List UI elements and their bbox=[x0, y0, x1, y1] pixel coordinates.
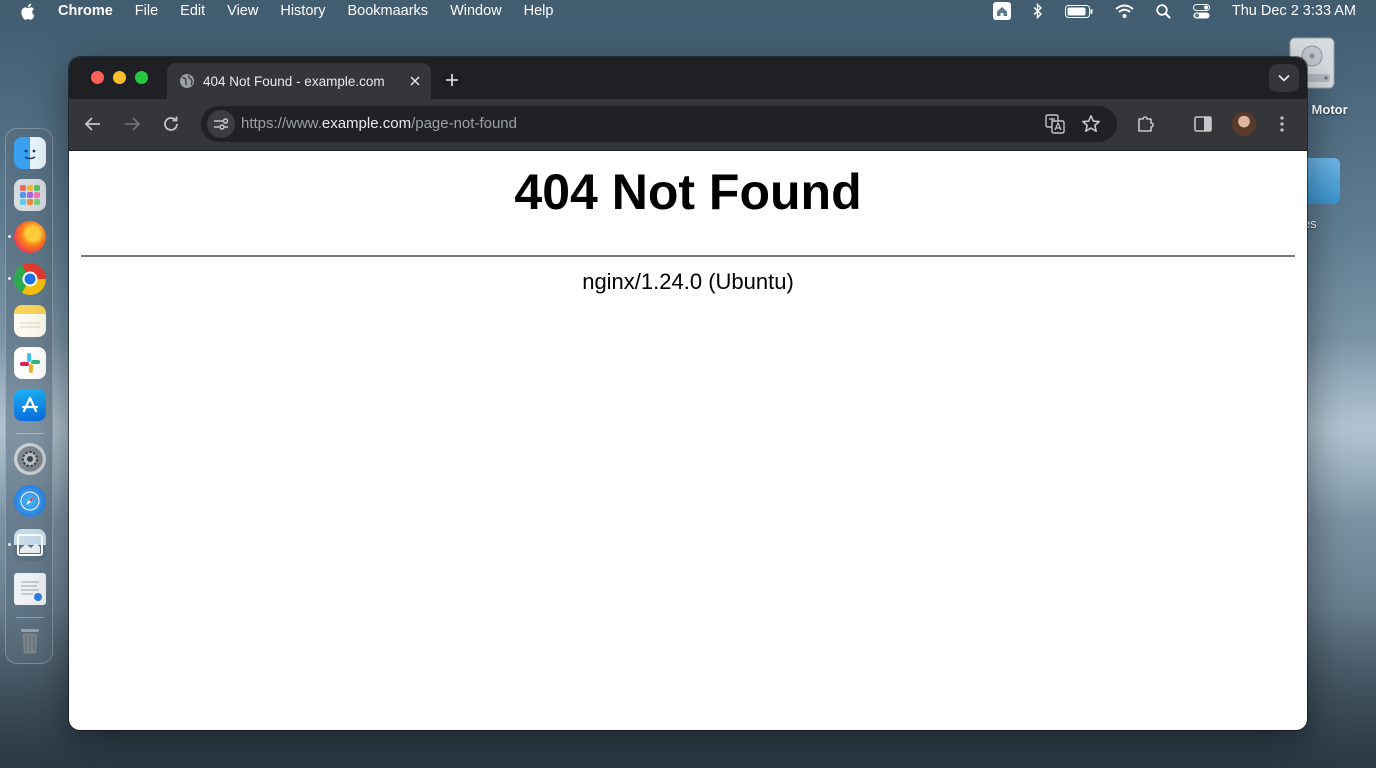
home-icon[interactable] bbox=[992, 2, 1011, 20]
slack-icon[interactable] bbox=[14, 347, 46, 379]
menu-view[interactable]: View bbox=[227, 3, 258, 19]
menu-chrome[interactable]: Chrome bbox=[58, 3, 113, 19]
maximize-window-button[interactable] bbox=[135, 71, 148, 84]
tab-strip: 404 Not Found - example.com bbox=[69, 57, 1307, 99]
site-info-icon[interactable] bbox=[207, 110, 235, 138]
url-text[interactable]: https://www.example.com/page-not-found bbox=[241, 115, 517, 132]
tab-active[interactable]: 404 Not Found - example.com bbox=[167, 63, 431, 99]
globe-icon bbox=[179, 73, 195, 89]
running-indicator bbox=[8, 543, 11, 546]
menu-history[interactable]: History bbox=[280, 3, 325, 19]
chrome-icon[interactable] bbox=[14, 263, 46, 295]
reload-button[interactable] bbox=[160, 113, 182, 135]
system-settings-icon[interactable] bbox=[14, 443, 46, 475]
menu-window[interactable]: Window bbox=[450, 3, 502, 19]
spotlight-search-icon[interactable] bbox=[1156, 3, 1171, 19]
dock-divider bbox=[16, 617, 44, 618]
page-title: 404 Not Found bbox=[514, 164, 862, 220]
firefox-icon[interactable] bbox=[14, 221, 46, 253]
battery-icon[interactable] bbox=[1064, 4, 1093, 18]
document-icon[interactable] bbox=[14, 573, 46, 605]
close-tab-icon[interactable] bbox=[407, 73, 423, 89]
url-host: example.com bbox=[321, 115, 412, 132]
app-store-icon[interactable] bbox=[14, 389, 46, 421]
dock bbox=[5, 128, 53, 664]
finder-icon[interactable] bbox=[14, 137, 46, 169]
apple-menu-icon[interactable] bbox=[20, 2, 38, 20]
more-menu-icon[interactable] bbox=[1271, 113, 1293, 135]
running-indicator bbox=[8, 235, 11, 238]
browser-toolbar: https://www.example.com/page-not-found bbox=[69, 99, 1307, 151]
close-window-button[interactable] bbox=[91, 71, 104, 84]
divider bbox=[81, 255, 1295, 257]
minimize-window-button[interactable] bbox=[113, 71, 126, 84]
tab-title: 404 Not Found - example.com bbox=[203, 73, 385, 89]
menu-bar-clock[interactable]: Thu Dec 2 3:33 AM bbox=[1232, 3, 1356, 19]
url-scheme: https://www. bbox=[241, 115, 322, 132]
trash-icon[interactable] bbox=[14, 625, 46, 657]
preview-icon[interactable] bbox=[14, 529, 46, 561]
translate-icon[interactable] bbox=[1045, 114, 1065, 134]
menu-file[interactable]: File bbox=[135, 3, 158, 19]
safari-icon[interactable] bbox=[14, 485, 46, 517]
wifi-icon[interactable] bbox=[1115, 4, 1134, 18]
page-content: 404 Not Found nginx/1.24.0 (Ubuntu) bbox=[69, 151, 1307, 730]
address-bar[interactable]: https://www.example.com/page-not-found bbox=[201, 106, 1117, 142]
back-button[interactable] bbox=[82, 113, 104, 135]
menu-bookmarks[interactable]: Bookmaarks bbox=[347, 3, 428, 19]
running-indicator bbox=[8, 277, 11, 280]
hard-drive-label: o Motor bbox=[1300, 102, 1348, 117]
server-signature: nginx/1.24.0 (Ubuntu) bbox=[582, 269, 794, 294]
tab-search-button[interactable] bbox=[1269, 64, 1299, 92]
menu-edit[interactable]: Edit bbox=[180, 3, 205, 19]
bookmark-star-icon[interactable] bbox=[1081, 114, 1101, 134]
launchpad-icon[interactable] bbox=[14, 179, 46, 211]
url-path: /page-not-found bbox=[411, 115, 517, 132]
bluetooth-icon[interactable] bbox=[1033, 3, 1043, 19]
control-center-icon[interactable] bbox=[1192, 3, 1210, 19]
menu-bar: Chrome File Edit View History Bookmaarks… bbox=[0, 0, 1376, 22]
browser-window: 404 Not Found - example.com https://www.… bbox=[69, 57, 1307, 730]
menu-help[interactable]: Help bbox=[524, 3, 554, 19]
notes-icon[interactable] bbox=[14, 305, 46, 337]
profile-avatar[interactable] bbox=[1232, 112, 1256, 136]
extensions-puzzle-icon[interactable] bbox=[1135, 113, 1157, 135]
forward-button[interactable] bbox=[121, 113, 143, 135]
new-tab-button[interactable] bbox=[441, 69, 463, 91]
side-panel-icon[interactable] bbox=[1192, 113, 1214, 135]
dock-divider bbox=[16, 433, 44, 434]
